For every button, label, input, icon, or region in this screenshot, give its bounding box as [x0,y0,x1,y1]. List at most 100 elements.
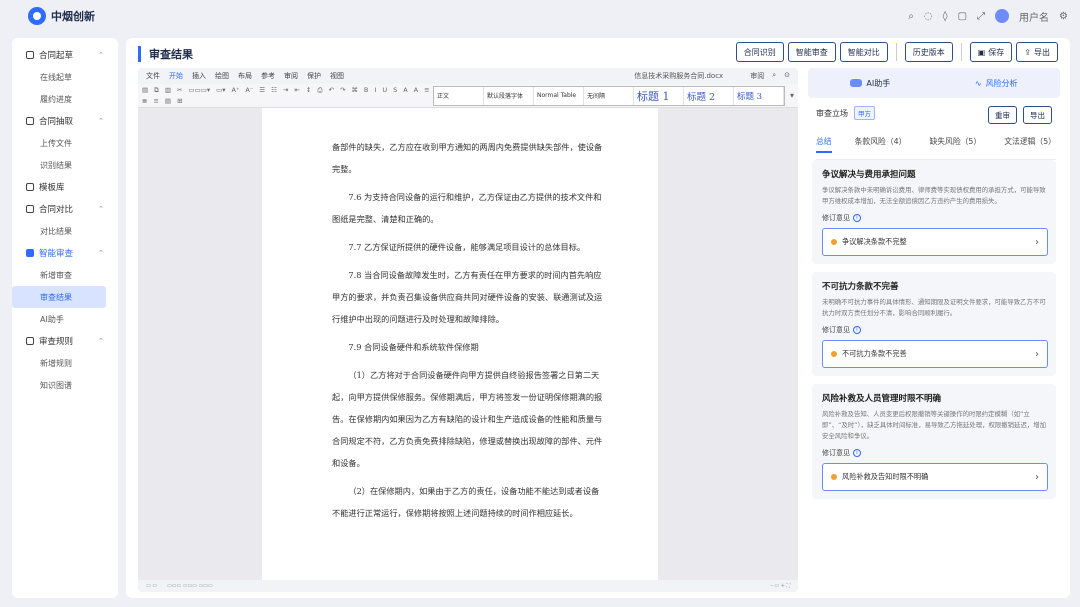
font-size-select[interactable]: ▭▾ [216,86,225,95]
document-paragraph[interactable]: 7.7 乙方保证所提供的硬件设备，能够满足项目设计的总体目标。 [332,236,604,258]
user-name[interactable]: 用户名 [1019,9,1049,24]
subtab[interactable]: 总结 [816,136,832,153]
sidebar-item[interactable]: 上传文件 [12,132,118,154]
align-center-icon[interactable]: ≣ [142,97,147,105]
print-icon[interactable]: ⎙ [317,86,322,95]
menu-item[interactable]: 审阅 [284,71,298,81]
panel-export-button[interactable]: 导出 [1023,106,1052,124]
style-option[interactable]: 标题 1 [634,86,684,105]
avatar[interactable] [995,9,1010,23]
sidebar-group[interactable]: 合同起草 ⌃ [12,44,118,66]
sidebar-group[interactable]: 智能审查 ⌃ [12,242,118,264]
smart-compare-button[interactable]: 智能对比 [839,42,888,62]
style-option[interactable]: 正文 [434,86,484,105]
italic-icon[interactable]: I [374,86,376,95]
paste-icon[interactable]: ▥ [165,86,171,95]
highlight-icon[interactable]: A [403,86,407,95]
revision-opinion-item[interactable]: 不可抗力条款不完善 › [822,340,1048,368]
document-paragraph[interactable]: 7.9 合同设备硬件和系统软件保修期 [332,336,604,358]
subtab[interactable]: 文法逻辑（5） [1004,136,1056,153]
menu-item[interactable]: 绘图 [215,71,229,81]
font-color-icon[interactable]: A [414,86,418,95]
menu-item[interactable]: 保护 [307,71,321,81]
table-icon[interactable]: ⊞ [177,97,182,105]
sidebar-group[interactable]: 合同对比 ⌃ [12,198,118,220]
bullet-list-icon[interactable]: ☰ [259,86,265,95]
smart-review-button[interactable]: 智能审查 [787,42,836,62]
outdent-icon[interactable]: ⇤ [294,86,299,95]
document-paragraph[interactable]: 备部件的缺失，乙方应在收到甲方通知的两周内免费提供缺失部件，使设备完整。 [332,136,604,180]
menu-item[interactable]: 视图 [330,71,344,81]
sidebar-item[interactable]: 对比结果 [12,220,118,242]
style-option[interactable]: Normal Table [534,86,584,105]
justify-icon[interactable]: ▤ [165,97,171,105]
sidebar-item[interactable]: 履约进度 [12,88,118,110]
bold-icon[interactable]: B [364,86,368,95]
history-button[interactable]: 历史版本 [904,42,953,62]
export-button[interactable]: ⇪ 导出 [1016,42,1058,62]
collapse-icon[interactable]: ⊙ [784,71,790,81]
document-paragraph[interactable]: 7.6 为支持合同设备的运行和维护，乙方保证由乙方提供的技术文件和图纸是完整、清… [332,186,604,230]
review-mode-dropdown[interactable]: 审阅 [750,71,764,81]
strike-icon[interactable]: S [393,86,397,95]
menu-item[interactable]: 参考 [261,71,275,81]
info-icon[interactable]: i [853,449,861,457]
style-option[interactable]: 无间隔 [584,86,634,105]
sidebar-item[interactable]: AI助手 [12,308,118,330]
tab-ai-assistant[interactable]: AI助手 [850,78,890,89]
redo-icon[interactable]: ↷ [340,86,345,95]
window-icon[interactable]: ▢ [958,11,967,22]
search-icon[interactable]: ⌕ [908,11,914,22]
number-list-icon[interactable]: ☷ [271,86,277,95]
menu-item[interactable]: 插入 [192,71,206,81]
chat-icon[interactable]: ◌ [924,11,933,22]
align-right-icon[interactable]: ≡ [153,97,158,105]
style-option[interactable]: 默认段落字体 [484,86,534,105]
sidebar-item[interactable]: 新增规则 [12,352,118,374]
shrink-font-icon[interactable]: A⁻ [245,86,253,95]
sidebar-item[interactable]: 新增审查 [12,264,118,286]
find-icon[interactable]: ⌕ [772,71,776,81]
save-doc-icon[interactable]: ▤ [142,86,148,95]
re-review-button[interactable]: 重审 [988,106,1017,124]
font-family-select[interactable]: ▭▭▭▾ [188,86,210,95]
save-button[interactable]: ▣ 保存 [969,42,1013,62]
info-icon[interactable]: i [853,326,861,334]
settings-icon[interactable]: ⚙ [1059,11,1068,22]
fullscreen-icon[interactable]: ⤢ [977,11,985,22]
sidebar-group[interactable]: 审查规则 ⌃ [12,330,118,352]
menu-item[interactable]: 文件 [146,71,160,81]
cut-icon[interactable]: ✂ [177,86,182,95]
style-option[interactable]: 标题 2 [684,86,734,105]
underline-icon[interactable]: U [382,86,387,95]
revision-opinion-item[interactable]: 风险补救及告知时限不明确 › [822,463,1048,491]
document-page[interactable]: 备部件的缺失，乙方应在收到甲方通知的两周内免费提供缺失部件，使设备完整。 7.6 … [262,108,658,580]
document-paragraph[interactable]: 7.8 当合同设备故障发生时，乙方有责任在甲方要求的时间内首先响应甲方的要求，并… [332,264,604,330]
sidebar-item[interactable]: 知识图谱 [12,374,118,396]
undo-icon[interactable]: ↶ [329,86,334,95]
subtab[interactable]: 缺失风险（5） [929,136,981,153]
revision-opinion-item[interactable]: 争议解决条款不完整 › [822,228,1048,256]
line-spacing-icon[interactable]: ↕ [306,86,311,95]
zoom-controls[interactable]: – ▭ + ⛶ [770,583,790,589]
sidebar-group[interactable]: 模板库 [12,176,118,198]
sidebar-group[interactable]: 合同抽取 ⌃ [12,110,118,132]
indent-icon[interactable]: ⇥ [283,86,288,95]
grow-font-icon[interactable]: A⁺ [232,86,240,95]
copy-icon[interactable]: ⧉ [154,86,159,95]
style-option[interactable]: 标题 3 [734,86,784,105]
recognize-button[interactable]: 合同识别 [735,42,784,62]
align-left-icon[interactable]: ≡ [424,86,429,95]
info-icon[interactable]: i [853,214,861,222]
document-paragraph[interactable]: （2）在保修期内，如果由于乙方的责任，设备功能不能达到或者设备不能进行正常运行，… [332,480,604,524]
menu-item[interactable]: 布局 [238,71,252,81]
tab-risk-analysis[interactable]: ∿ 风险分析 [975,78,1018,89]
menu-item[interactable]: 开始 [169,71,183,81]
style-expand-icon[interactable]: ▾ [790,91,794,100]
sidebar-item[interactable]: 识别结果 [12,154,118,176]
document-paragraph[interactable]: （1）乙方将对于合同设备硬件向甲方提供自终验报告签署之日第二天起，向甲方提供保修… [332,364,604,474]
bell-icon[interactable]: ◊ [943,11,948,22]
format-painter-icon[interactable]: ⌘ [351,86,358,95]
sidebar-item[interactable]: 在线起草 [12,66,118,88]
subtab[interactable]: 条款风险（4） [855,136,907,153]
